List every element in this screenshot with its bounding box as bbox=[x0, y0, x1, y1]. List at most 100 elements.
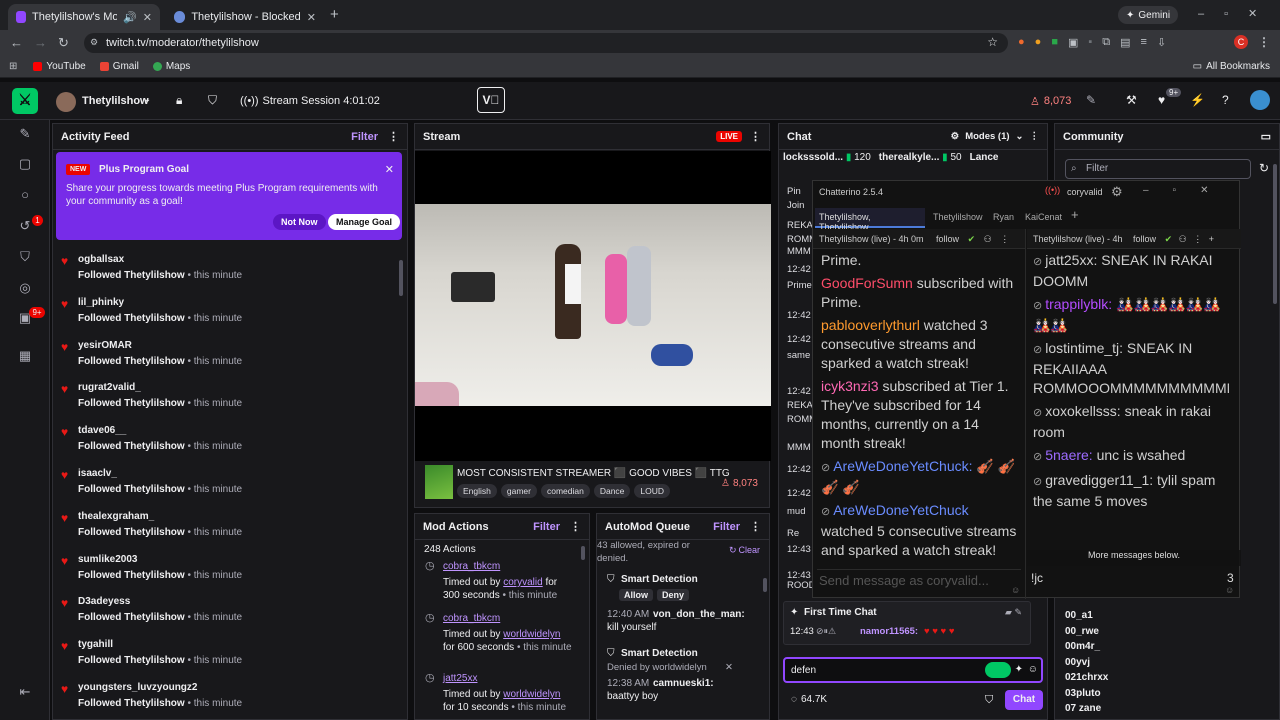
leaderboard-entry[interactable]: Lance bbox=[970, 152, 999, 163]
collapse-icon[interactable]: ⇤ bbox=[17, 684, 33, 700]
filter-button[interactable]: Filter bbox=[351, 131, 378, 143]
leaderboard-entry[interactable]: locksssold... ▮ 120 bbox=[783, 152, 871, 163]
more-icon[interactable]: ⋮ bbox=[388, 130, 399, 143]
viewers-icon[interactable]: ⚇ bbox=[984, 234, 992, 244]
emoji-icon[interactable]: ☺ bbox=[1225, 585, 1234, 595]
community-user[interactable]: 07 zane bbox=[1065, 703, 1101, 714]
activity-icon[interactable]: ◎ bbox=[17, 280, 33, 296]
pin-icon[interactable]: ▰ ✎ bbox=[1005, 607, 1022, 618]
browser-tab-blocked-terms[interactable]: Thetylilshow - Blocked Terms ✕ bbox=[166, 4, 324, 30]
heart-icon[interactable]: ♥ bbox=[1158, 93, 1165, 107]
activity-item[interactable]: ♥ rugrat2valid_ Followed Thetylilshow • th… bbox=[61, 380, 407, 423]
apps-grid-icon[interactable]: ⊞ bbox=[9, 61, 17, 72]
close-tab-icon[interactable]: ✕ bbox=[307, 11, 316, 24]
sword-logo-icon[interactable]: ⚔ bbox=[12, 88, 38, 114]
activity-user[interactable]: sumlike2003 bbox=[78, 554, 138, 565]
activity-item[interactable]: ♥ ogballsax Followed Thetylilshow • this m… bbox=[61, 252, 407, 295]
more-icon[interactable]: ⋮ bbox=[750, 130, 761, 143]
chatterino-username[interactable]: xoxokellsss: bbox=[1045, 403, 1120, 419]
mod-icon[interactable]: ✔ bbox=[968, 234, 976, 244]
add-tab-icon[interactable]: + bbox=[1071, 207, 1079, 222]
mod-ban-icon[interactable]: ⊘ bbox=[821, 462, 830, 474]
not-now-button[interactable]: Not Now bbox=[273, 214, 326, 230]
gemini-button[interactable]: ✦ Gemini bbox=[1118, 6, 1179, 24]
settings-shield-icon[interactable]: ⛉ bbox=[985, 694, 993, 707]
user-avatar[interactable] bbox=[1250, 90, 1270, 110]
profile-avatar[interactable]: C bbox=[1234, 35, 1248, 49]
mod-icon[interactable]: ✔ bbox=[1165, 234, 1173, 244]
scrollbar[interactable] bbox=[581, 546, 585, 560]
emoji-icon[interactable]: ☺ bbox=[1028, 664, 1038, 675]
viewers-icon[interactable]: ⚇ bbox=[1179, 234, 1187, 244]
mod-ban-icon[interactable]: ⊘ bbox=[1033, 407, 1042, 419]
chat-send-button[interactable]: Chat bbox=[1005, 690, 1043, 710]
chevron-down-icon[interactable]: ⌄ bbox=[143, 94, 151, 105]
bookmark-star-icon[interactable]: ☆ bbox=[987, 35, 998, 49]
emote-suggest-icon[interactable] bbox=[985, 662, 1011, 678]
extension-icon[interactable]: ■ bbox=[1051, 36, 1058, 49]
url-field[interactable]: ⚙ twitch.tv/moderator/thetylilshow ☆ bbox=[84, 33, 1008, 53]
modes-button[interactable]: Modes (1) bbox=[965, 131, 1009, 142]
all-bookmarks[interactable]: ▭ All Bookmarks bbox=[1193, 61, 1270, 72]
follow-button[interactable]: follow bbox=[1133, 234, 1156, 244]
chat-icon[interactable]: ▢ bbox=[17, 156, 33, 172]
activity-user[interactable]: rugrat2valid_ bbox=[78, 382, 141, 393]
bookmark-maps[interactable]: Maps bbox=[152, 61, 190, 72]
activity-item[interactable]: ♥ thealexgraham_ Followed Thetylilshow • t… bbox=[61, 509, 407, 552]
chat-input[interactable]: defen ✦ ☺ bbox=[783, 657, 1043, 683]
activity-user[interactable]: yesirOMAR bbox=[78, 340, 132, 351]
activity-user[interactable]: tdave06__ bbox=[78, 425, 126, 436]
activity-user[interactable]: isaaclv_ bbox=[78, 468, 117, 479]
chatterino-username[interactable]: 5naere: bbox=[1045, 447, 1092, 463]
chatterino-username[interactable]: lostintime_tj: bbox=[1045, 340, 1123, 356]
chatterino-username[interactable]: AreWeDoneYetChuck: bbox=[833, 458, 972, 474]
chatterino-tab[interactable]: Thetylilshow, Thetylilshow bbox=[815, 208, 925, 232]
follow-button[interactable]: follow bbox=[936, 234, 959, 244]
mod-ban-icon[interactable]: ⊘ bbox=[821, 506, 830, 518]
more-icon[interactable]: ⋮ bbox=[1000, 234, 1009, 244]
prime-icon[interactable]: ⚡ bbox=[1190, 93, 1205, 107]
extension-icon[interactable]: ● bbox=[1035, 36, 1042, 49]
chatterino-username[interactable]: trappilyblk: bbox=[1045, 296, 1112, 312]
community-user[interactable]: 021chrxx bbox=[1065, 672, 1108, 683]
mod-ban-icon[interactable]: ⊘ bbox=[1033, 344, 1042, 356]
stream-tag[interactable]: English bbox=[457, 484, 497, 498]
stream-session[interactable]: ((•)) Stream Session 4:01:02 bbox=[240, 95, 380, 107]
chatterino-username[interactable]: jatt25xx: bbox=[1045, 252, 1097, 268]
shield-icon[interactable]: ⛉ bbox=[208, 93, 217, 108]
more-icon[interactable]: ⋮ bbox=[1193, 234, 1202, 244]
filter-button[interactable]: Filter bbox=[533, 521, 560, 533]
chatterino-username[interactable]: gravedigger11_1: bbox=[1045, 472, 1153, 488]
activity-user[interactable]: ogballsax bbox=[78, 254, 124, 265]
chrome-menu-icon[interactable]: ⋮ bbox=[1258, 35, 1270, 49]
chatterino-tab[interactable]: KaiCenat bbox=[1021, 208, 1066, 228]
media-icon[interactable]: ≡ bbox=[1141, 36, 1147, 49]
stream-tag[interactable]: comedian bbox=[540, 484, 590, 498]
activity-item[interactable]: ♥ tdave06__ Followed Thetylilshow • this m… bbox=[61, 423, 407, 466]
more-messages-notice[interactable]: More messages below. bbox=[1027, 550, 1241, 566]
refresh-icon[interactable]: ↻ bbox=[1259, 161, 1269, 175]
message-user[interactable]: namor11565: bbox=[860, 626, 918, 637]
extension-icon[interactable]: ● bbox=[1018, 36, 1025, 49]
activity-user[interactable]: lil_phinky bbox=[78, 297, 124, 308]
close-icon[interactable]: ✕ bbox=[725, 662, 733, 673]
channel-points[interactable]: ◌ 64.7K bbox=[791, 694, 827, 705]
back-icon[interactable]: ← bbox=[10, 35, 23, 50]
mod-icons[interactable]: ⊘⏸⚠ bbox=[816, 626, 836, 637]
chatterino-username[interactable]: icyk3nzi3 bbox=[821, 378, 879, 394]
activity-user[interactable]: youngsters_luvzyoungz2 bbox=[78, 682, 197, 693]
mod-ban-icon[interactable]: ⊘ bbox=[1033, 451, 1042, 463]
help-icon[interactable]: ? bbox=[1222, 93, 1229, 107]
mod-ban-icon[interactable]: ⊘ bbox=[1033, 300, 1042, 312]
chatterino-tab[interactable]: Thetylilshow bbox=[929, 208, 987, 228]
edit-icon[interactable]: ✎ bbox=[1086, 93, 1096, 107]
settings-icon[interactable]: ⚙ bbox=[1111, 184, 1123, 200]
new-tab-button[interactable]: + bbox=[330, 6, 339, 23]
chatterino-username[interactable]: AreWeDoneYetChuck bbox=[833, 502, 968, 518]
video-player[interactable] bbox=[415, 151, 771, 461]
extension-icon[interactable]: ▪ bbox=[1088, 36, 1092, 49]
stream-tag[interactable]: gamer bbox=[500, 484, 537, 498]
activity-item[interactable]: ♥ yesirOMAR Followed Thetylilshow • this m… bbox=[61, 338, 407, 381]
mod-action-user[interactable]: cobra_tbkcm bbox=[443, 612, 577, 625]
pencil-icon[interactable]: ✎ bbox=[17, 126, 33, 142]
